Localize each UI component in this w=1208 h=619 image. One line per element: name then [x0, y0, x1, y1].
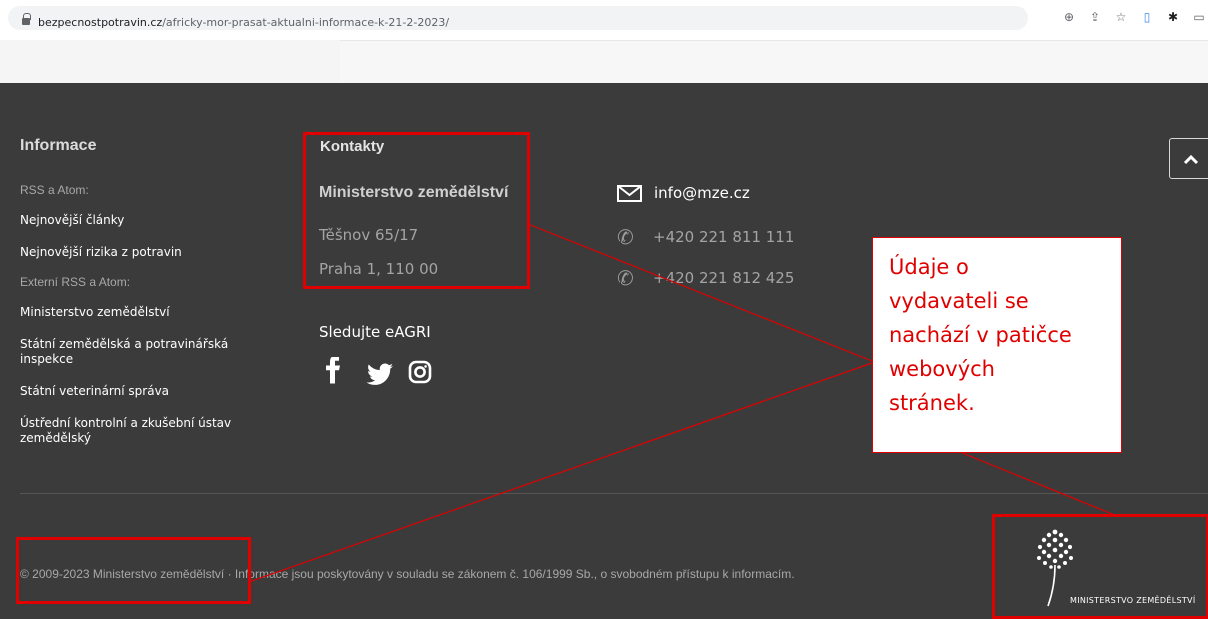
window-icon[interactable]: ▭	[1192, 10, 1206, 24]
address-bar[interactable]: bezpecnostpotravin.cz/africky-mor-prasat…	[8, 6, 1028, 30]
instagram-icon[interactable]	[408, 357, 432, 387]
zoom-icon[interactable]: ⊕	[1062, 10, 1076, 24]
callout-line-1: Údaje o	[889, 255, 969, 279]
external-rss-label: Externí RSS a Atom:	[20, 275, 131, 289]
link-latest-risks[interactable]: Nejnovější rizika z potravin	[20, 245, 265, 260]
annotation-callout: Údaje o vydavateli se nachází v patičce …	[872, 237, 1122, 453]
facebook-icon[interactable]	[326, 357, 340, 387]
phone-icon: ✆	[617, 266, 634, 290]
info-title: Informace	[20, 137, 97, 154]
email-link[interactable]: info@mze.cz	[654, 184, 750, 202]
page-content-band	[0, 40, 1208, 83]
browser-toolbar: bezpecnostpotravin.cz/africky-mor-prasat…	[0, 0, 1208, 40]
highlight-contacts-box	[303, 132, 530, 289]
phone-2[interactable]: +420 221 812 425	[653, 269, 794, 287]
phone-icon: ✆	[617, 225, 634, 249]
share-icon[interactable]: ⇪	[1088, 10, 1102, 24]
content-area	[340, 40, 1208, 83]
link-latest-articles[interactable]: Nejnovější články	[20, 213, 265, 228]
callout-line-2: vydavateli se	[889, 289, 1029, 313]
url-text[interactable]: bezpecnostpotravin.cz/africky-mor-prasat…	[38, 16, 449, 29]
phone-row-1: ✆ +420 221 811 111	[617, 226, 794, 248]
mail-icon	[617, 184, 642, 202]
rss-label: RSS a Atom:	[20, 183, 89, 197]
social-title: Sledujte eAGRI	[319, 323, 431, 341]
chevron-up-icon	[1183, 154, 1199, 165]
link-ukzuz[interactable]: Ústřední kontrolní a zkušební ústav země…	[20, 416, 265, 446]
lock-icon[interactable]	[22, 13, 31, 26]
callout-line-3: nachází v patičce	[889, 323, 1072, 347]
scroll-top-button[interactable]	[1169, 138, 1208, 179]
twitter-icon[interactable]	[366, 357, 394, 387]
toolbar-icons: ⊕ ⇪ ☆ ▯ ✱ ▭	[1062, 10, 1208, 24]
callout-line-4: webových	[889, 357, 995, 381]
footer-divider	[20, 493, 1208, 494]
star-icon[interactable]: ☆	[1114, 10, 1128, 24]
callout-line-5: stránek.	[889, 391, 975, 415]
email-row: info@mze.cz	[617, 184, 750, 202]
extensions-icon[interactable]: ✱	[1166, 10, 1180, 24]
highlight-logo-box	[992, 514, 1208, 619]
url-path: /africky-mor-prasat-aktualni-informace-k…	[162, 16, 450, 29]
link-szpi[interactable]: Státní zemědělská a potravinářská inspek…	[20, 337, 265, 367]
phone-row-2: ✆ +420 221 812 425	[617, 267, 794, 289]
link-svs[interactable]: Státní veterinární správa	[20, 384, 265, 399]
document-icon[interactable]: ▯	[1140, 10, 1154, 24]
phone-1[interactable]: +420 221 811 111	[653, 228, 794, 246]
url-domain: bezpecnostpotravin.cz	[38, 16, 163, 29]
highlight-copyright-box	[16, 537, 251, 604]
info-column: Informace	[20, 137, 280, 155]
link-mze[interactable]: Ministerstvo zemědělství	[20, 305, 265, 320]
